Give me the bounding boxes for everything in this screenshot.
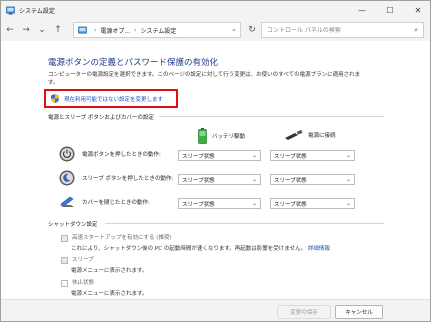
power-button-row: 電源ボタンを押したときの動作: (59, 146, 182, 162)
chevron-down-icon: ⌄ (251, 152, 257, 159)
power-button-battery-value: スリープ状態 (182, 153, 215, 160)
save-changes-button[interactable]: 変更の保存 (277, 305, 331, 319)
power-button-battery-select[interactable]: スリープ状態 ⌄ (178, 150, 261, 161)
power-plug-icon (285, 130, 303, 140)
power-section-heading: 電源とスリープ ボタンおよびカバーの設定 (48, 115, 154, 121)
sleep-button-plugged-value: スリープ状態 (274, 177, 307, 184)
fast-startup-description-text: これにより、シャットダウン後の PC の起動時間が速くなります。再起動は影響を受… (71, 246, 307, 252)
minimize-button[interactable]: — (348, 1, 376, 19)
system-settings-window: システム設定 — ☐ ✕ ← → ⌄ ↑ › 電源オプ... › システム設定 … (0, 0, 431, 322)
chevron-down-icon: ⌄ (251, 200, 257, 207)
fast-startup-description: これにより、シャットダウン後の PC の起動時間が速くなります。再起動は影響を受… (71, 244, 330, 252)
section-divider (105, 223, 384, 224)
change-unavailable-settings-link[interactable]: 現在利用可能ではない設定を変更します (64, 95, 163, 103)
sleep-label: スリープ (72, 257, 94, 263)
search-icon[interactable]: ⌕ (414, 26, 418, 35)
address-bar[interactable]: › 電源オプ... › システム設定 ⌄ (73, 22, 241, 38)
fast-startup-label: 高速スタートアップを有効にする (推奨) (72, 235, 172, 241)
chevron-down-icon: ⌄ (345, 200, 351, 207)
chevron-down-icon: ⌄ (251, 176, 257, 183)
sleep-button-plugged-select[interactable]: スリープ状態 ⌄ (270, 174, 355, 185)
footer-bar: 変更の保存 キャンセル (1, 299, 430, 321)
window-title: システム設定 (19, 7, 55, 15)
control-panel-icon (78, 26, 87, 33)
lid-close-battery-value: スリープ状態 (182, 201, 215, 208)
sleep-button-icon (59, 170, 75, 186)
lid-close-plugged-select[interactable]: スリープ状態 ⌄ (270, 198, 355, 209)
main-content: 電源ボタンの定義とパスワード保護の有効化 コンピューターの電源設定を選択できます… (1, 41, 430, 299)
section-divider (159, 116, 384, 117)
more-info-link[interactable]: 詳細情報 (308, 246, 330, 252)
lid-close-battery-select[interactable]: スリープ状態 ⌄ (178, 198, 261, 209)
battery-icon (198, 128, 207, 144)
address-dropdown-chevron-icon[interactable]: ⌄ (231, 25, 237, 33)
refresh-icon[interactable]: ↻ (245, 23, 259, 37)
breadcrumb-separator: › (94, 26, 97, 34)
power-button-plugged-select[interactable]: スリープ状態 ⌄ (270, 150, 355, 161)
power-button-plugged-value: スリープ状態 (274, 153, 307, 160)
sleep-button-row: スリープ ボタンを押したときの動作: (59, 170, 182, 186)
hibernate-description: 電源メニューに表示されます。 (71, 291, 148, 297)
battery-column-label: バッテリ駆動 (212, 134, 246, 140)
sleep-button-label: スリープ ボタンを押したときの動作: (82, 176, 174, 182)
page-title: 電源ボタンの定義とパスワード保護の有効化 (48, 58, 219, 68)
forward-arrow-icon[interactable]: → (19, 22, 33, 38)
sleep-button-battery-select[interactable]: スリープ状態 ⌄ (178, 174, 261, 185)
maximize-button[interactable]: ☐ (376, 1, 404, 19)
close-button[interactable]: ✕ (404, 1, 430, 19)
hibernate-item: 休止状態 (61, 279, 94, 287)
search-input[interactable] (267, 26, 397, 34)
battery-column-header: バッテリ駆動 (198, 128, 245, 144)
fast-startup-item: 高速スタートアップを有効にする (推奨) (61, 234, 172, 242)
title-bar: システム設定 — ☐ ✕ (1, 1, 430, 19)
chevron-down-icon: ⌄ (345, 152, 351, 159)
shutdown-section-heading: シャットダウン設定 (48, 222, 98, 228)
laptop-lid-icon (60, 196, 74, 207)
lid-close-plugged-value: スリープ状態 (274, 201, 307, 208)
page-description: コンピューターの電源設定を選択できます。このページの設定に対して行う変更は、お使… (48, 72, 361, 86)
sleep-item: スリープ (61, 256, 94, 264)
hibernate-checkbox[interactable] (61, 280, 68, 287)
breadcrumb-power-options[interactable]: 電源オプ... (100, 26, 130, 35)
plugged-in-column-label: 電源に接続 (308, 133, 336, 139)
back-arrow-icon[interactable]: ← (3, 22, 17, 38)
uac-shield-icon (51, 94, 59, 103)
power-button-label: 電源ボタンを押したときの動作: (82, 152, 161, 158)
plugged-in-column-header: 電源に接続 (285, 130, 336, 140)
hibernate-label: 休止状態 (72, 280, 95, 286)
cancel-button[interactable]: キャンセル (335, 305, 383, 319)
fast-startup-checkbox[interactable] (61, 235, 68, 242)
chevron-down-icon: ⌄ (345, 176, 351, 183)
power-button-icon (59, 146, 75, 162)
sleep-button-battery-value: スリープ状態 (182, 177, 215, 184)
sleep-description: 電源メニューに表示されます。 (71, 268, 148, 274)
breadcrumb-system-settings[interactable]: システム設定 (141, 26, 177, 35)
up-arrow-icon[interactable]: ↑ (51, 22, 65, 38)
lid-close-label: カバーを閉じたときの動作: (82, 200, 150, 206)
recent-locations-chevron-icon[interactable]: ⌄ (35, 22, 49, 38)
breadcrumb-separator: › (134, 26, 137, 34)
search-box[interactable]: ⌕ (261, 22, 424, 38)
control-panel-icon (6, 6, 15, 15)
sleep-checkbox[interactable] (61, 257, 68, 264)
change-unavailable-settings[interactable]: 現在利用可能ではない設定を変更します (51, 94, 163, 103)
lid-close-row: カバーを閉じたときの動作: (59, 194, 182, 210)
